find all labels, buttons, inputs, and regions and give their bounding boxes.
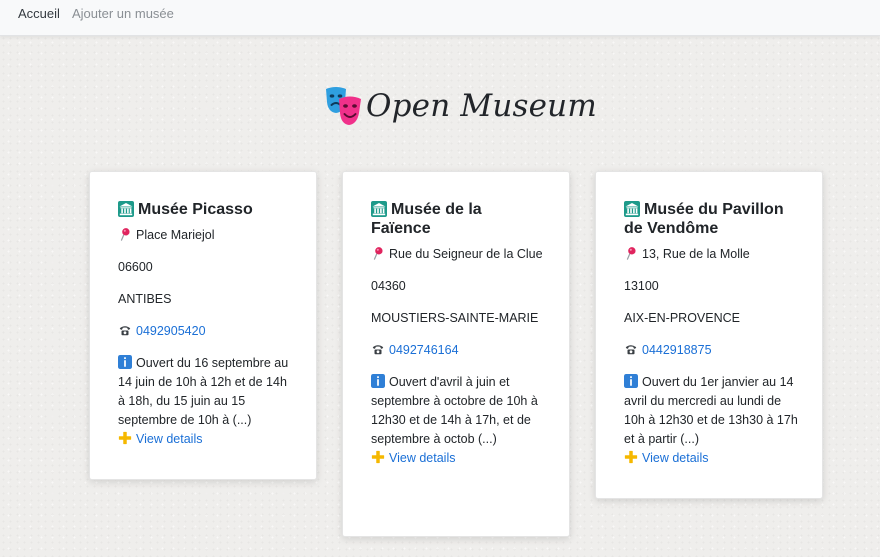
- hours-text: Ouvert du 1er janvier au 14 avril du mer…: [624, 375, 798, 446]
- phone-link[interactable]: 0492905420: [136, 324, 206, 338]
- telephone-icon: [624, 342, 638, 356]
- museum-city: MOUSTIERS-SAINTE-MARIE: [371, 311, 539, 325]
- museum-city: ANTIBES: [118, 292, 172, 306]
- plus-icon: [118, 431, 132, 445]
- classical-building-icon: [624, 201, 640, 217]
- museum-name: Musée de la Faïence: [371, 201, 482, 237]
- hours-text: Ouvert d'avril à juin et septembre à oct…: [371, 375, 538, 446]
- phone-link[interactable]: 0442918875: [642, 343, 712, 357]
- plus-icon: [624, 450, 638, 464]
- view-details-link[interactable]: View details: [136, 432, 202, 446]
- view-details: View details: [371, 449, 545, 468]
- site-brand: Open Museum: [324, 84, 597, 128]
- museum-card: Musée du Pavillon de Vendôme 13, Rue de …: [595, 171, 823, 499]
- round-pushpin-icon: [118, 227, 132, 241]
- museum-phone: 0442918875: [624, 341, 798, 360]
- information-icon: [371, 374, 385, 388]
- museum-phone: 0492905420: [118, 322, 292, 341]
- museum-postcode: 04360: [371, 279, 406, 293]
- museum-title: Musée Picasso: [118, 200, 292, 219]
- nav-link-home[interactable]: Accueil: [18, 6, 60, 22]
- museum-hours: Ouvert du 1er janvier au 14 avril du mer…: [624, 373, 798, 449]
- top-navbar: Accueil Ajouter un musée: [0, 0, 880, 36]
- classical-building-icon: [371, 201, 387, 217]
- nav-link-add-museum[interactable]: Ajouter un musée: [72, 6, 174, 22]
- theater-masks-icon: [326, 87, 361, 125]
- hours-text: Ouvert du 16 septembre au 14 juin de 10h…: [118, 356, 289, 427]
- plus-icon: [371, 450, 385, 464]
- view-details-link[interactable]: View details: [389, 451, 455, 465]
- museum-name: Musée du Pavillon de Vendôme: [624, 201, 784, 237]
- address-text: 13, Rue de la Molle: [642, 247, 750, 261]
- address-text: Place Mariejol: [136, 228, 215, 242]
- museum-name: Musée Picasso: [138, 201, 253, 218]
- museum-phone: 0492746164: [371, 341, 545, 360]
- view-details: View details: [118, 430, 292, 449]
- view-details: View details: [624, 449, 798, 468]
- site-title: Open Museum: [366, 88, 597, 124]
- museum-title: Musée de la Faïence: [371, 200, 545, 238]
- museum-title: Musée du Pavillon de Vendôme: [624, 200, 798, 238]
- information-icon: [624, 374, 638, 388]
- phone-link[interactable]: 0492746164: [389, 343, 459, 357]
- museum-hours: Ouvert du 16 septembre au 14 juin de 10h…: [118, 354, 292, 430]
- round-pushpin-icon: [624, 246, 638, 260]
- classical-building-icon: [118, 201, 134, 217]
- museum-address: Rue du Seigneur de la Clue: [371, 245, 545, 264]
- museum-city: AIX-EN-PROVENCE: [624, 311, 740, 325]
- museum-hours: Ouvert d'avril à juin et septembre à oct…: [371, 373, 545, 449]
- telephone-icon: [118, 323, 132, 337]
- round-pushpin-icon: [371, 246, 385, 260]
- museum-address: 13, Rue de la Molle: [624, 245, 798, 264]
- museum-postcode: 06600: [118, 260, 153, 274]
- museum-card: Musée de la Faïence Rue du Seigneur de l…: [342, 171, 570, 537]
- museum-address: Place Mariejol: [118, 226, 292, 245]
- view-details-link[interactable]: View details: [642, 451, 708, 465]
- address-text: Rue du Seigneur de la Clue: [389, 247, 543, 261]
- museum-postcode: 13100: [624, 279, 659, 293]
- information-icon: [118, 355, 132, 369]
- telephone-icon: [371, 342, 385, 356]
- museum-card: Musée Picasso Place Mariejol 06600 ANTIB…: [89, 171, 317, 480]
